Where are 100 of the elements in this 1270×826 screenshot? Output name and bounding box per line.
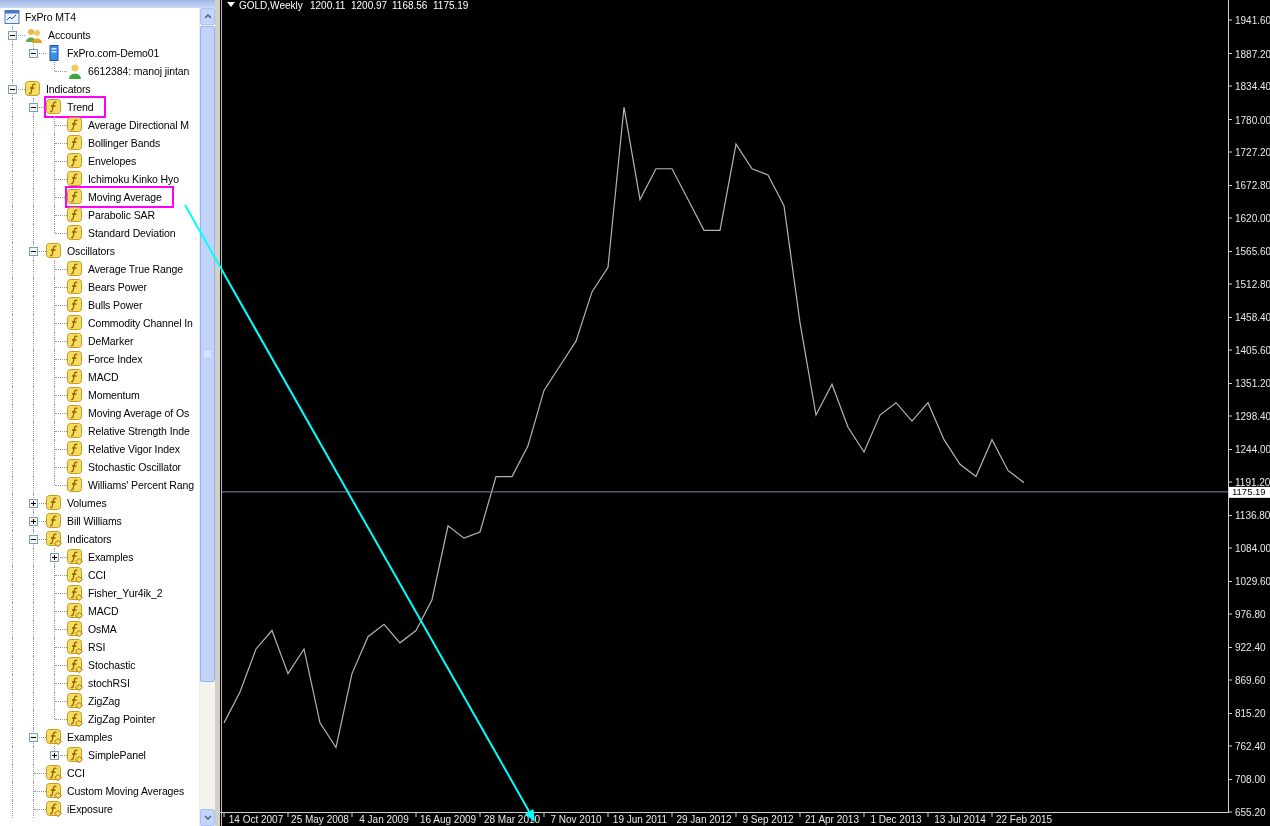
tree-item-label[interactable]: FxPro MT4 [25,11,77,23]
tree-item-label[interactable]: Relative Vigor Index [88,443,180,455]
ohlc-value: 1200.97 [351,0,388,11]
dropdown-triangle-icon[interactable] [227,2,235,7]
function-icon [46,243,62,259]
tree-item-label[interactable]: iExposure [67,803,113,815]
date-label: 14 Oct 2007 [228,814,284,825]
tree-item-label[interactable]: CCI [88,569,106,581]
price-label: 1887.20 [1235,48,1270,60]
tree-item-label[interactable]: Relative Strength Inde [88,425,190,437]
tree-item-label[interactable]: Stochastic Oscillator [88,461,181,473]
tree-item-label[interactable]: Indicators [46,83,91,95]
price-label: 1941.60 [1235,15,1270,26]
function-icon [46,513,62,529]
function-icon [67,423,83,439]
tree-item-label[interactable]: RSI [88,641,106,653]
price-label: 1298.40 [1235,411,1270,422]
tree-item-label[interactable]: ZigZag [88,695,121,707]
scroll-down-button[interactable] [200,809,215,826]
collapse-icon[interactable] [29,247,38,256]
tree-item-label[interactable]: Moving Average of Os [88,407,190,419]
collapse-icon[interactable] [8,85,17,94]
tree-item-label[interactable]: Commodity Channel In [88,317,193,329]
tree-item-label[interactable]: Williams' Percent Rang [88,479,194,491]
price-label: 762.40 [1235,741,1266,752]
expand-icon[interactable] [50,751,59,760]
price-label: 708.00 [1235,774,1266,786]
tree-item-label[interactable]: FxPro.com-Demo01 [67,47,160,59]
tree-item-label[interactable]: Stochastic [88,659,136,671]
tree-item-label[interactable]: Bollinger Bands [88,137,161,149]
collapse-icon[interactable] [29,103,38,112]
date-label: 1 Dec 2013 [870,814,922,825]
tree-item-label[interactable]: Bill Williams [67,515,122,527]
function-icon [67,261,83,277]
people-icon [25,27,43,43]
collapse-icon[interactable] [29,535,38,544]
tree-item-label[interactable]: ZigZag Pointer [88,713,156,725]
function-icon [67,117,83,133]
date-label: 29 Jan 2012 [676,814,732,825]
tree-item-label[interactable]: Accounts [48,29,91,41]
tree-item-label[interactable]: Custom Moving Averages [67,785,185,797]
tree-item-label[interactable]: Average Directional M [88,119,189,131]
scroll-thumb[interactable] [200,26,215,682]
tree-item-label[interactable]: Moving Average [88,191,162,203]
expand-icon[interactable] [29,499,38,508]
function-icon [67,279,83,295]
tree-item-label[interactable]: MACD [88,605,119,617]
tree-item-label[interactable]: Examples [88,551,134,563]
tree-item-label[interactable]: Fisher_Yur4ik_2 [88,587,163,599]
function-icon [67,297,83,313]
date-label: 9 Sep 2012 [742,814,794,825]
tree-item-label[interactable]: Average True Range [88,263,183,275]
tree-item-label[interactable]: stochRSI [88,677,130,689]
tree-item-label[interactable]: OsMA [88,623,117,635]
scroll-up-button[interactable] [200,8,215,25]
function-icon [67,369,83,385]
scrollbar[interactable] [199,8,215,826]
person-icon [67,63,83,79]
caret-up-icon [203,14,212,19]
tree-item-label[interactable]: SimplePanel [88,749,146,761]
tree-item-label[interactable]: DeMarker [88,335,134,347]
function-icon [67,333,83,349]
function-icon [67,189,83,205]
tree-item-label[interactable]: Examples [67,731,113,743]
price-label: 1191.20 [1235,477,1270,488]
tree-item-label[interactable]: CCI [67,767,85,779]
tree-item-label[interactable]: Force Index [88,353,143,365]
tree-item-label[interactable]: Parabolic SAR [88,209,155,221]
expand-icon[interactable] [50,553,59,562]
price-label: 1136.80 [1235,510,1270,522]
date-label: 22 Feb 2015 [995,814,1053,825]
tree-item-label[interactable]: Volumes [67,497,107,509]
chart-symbol: GOLD,Weekly [239,0,303,11]
collapse-icon[interactable] [8,31,17,40]
tree-item-label[interactable]: Bulls Power [88,299,143,311]
expand-icon[interactable] [29,517,38,526]
date-label: 21 Apr 2013 [805,814,859,825]
tree-item-label[interactable]: Envelopes [88,155,137,167]
date-label: 4 Jan 2009 [359,814,409,825]
ohlc-value: 1168.56 [392,0,428,11]
collapse-icon[interactable] [29,733,38,742]
tree-item-label[interactable]: 6612384: manoj jintan [88,65,190,77]
tree-item-label[interactable]: Ichimoku Kinko Hyo [88,173,179,185]
function-icon [67,171,83,187]
date-label: 7 Nov 2010 [550,814,602,825]
function-icon [67,225,83,241]
price-label: 655.20 [1235,807,1266,818]
price-label: 1780.00 [1235,114,1270,126]
tree-item-label[interactable]: MACD [88,371,119,383]
tree-item-label[interactable]: Oscillators [67,245,115,257]
tree-item-label[interactable]: Bears Power [88,281,147,293]
tree-item-label[interactable]: Trend [67,101,94,113]
tree-item-label[interactable]: Standard Deviation [88,227,176,239]
function-icon [67,207,83,223]
price-label: 1405.60 [1235,345,1270,356]
ohlc-value: 1175.19 [433,0,469,11]
price-label: 1351.20 [1235,378,1270,390]
tree-item-label[interactable]: Indicators [67,533,112,545]
collapse-icon[interactable] [29,49,38,58]
tree-item-label[interactable]: Momentum [88,389,140,401]
